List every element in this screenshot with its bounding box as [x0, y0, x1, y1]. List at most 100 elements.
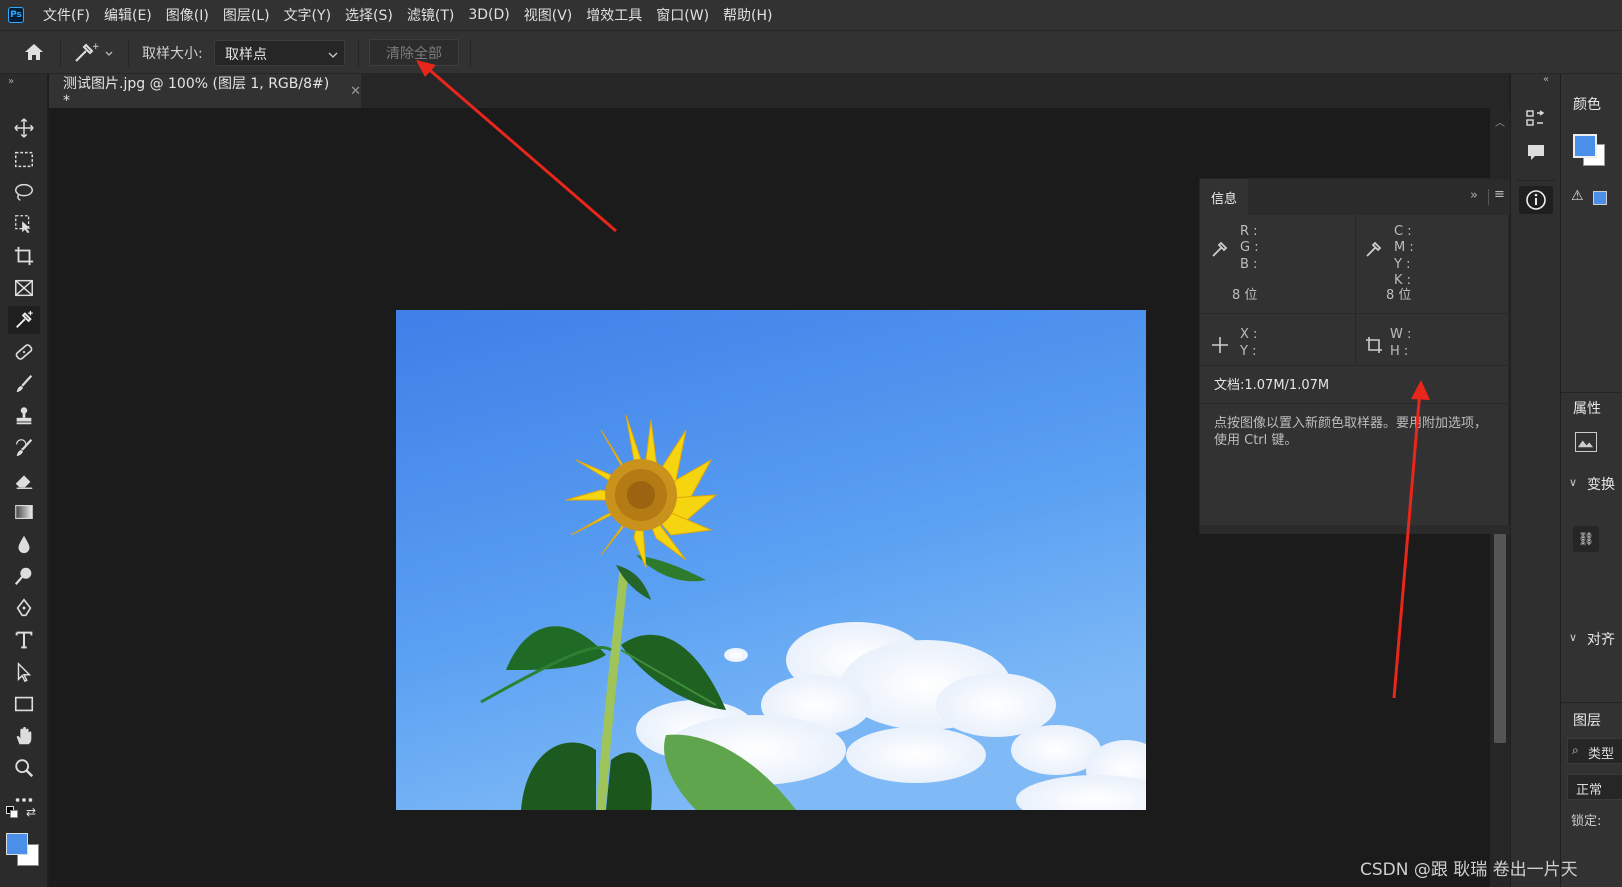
cmyk-m-label: M : [1394, 240, 1414, 255]
document-size: 文档:1.07M/1.07M [1214, 378, 1330, 393]
color-panel-tab[interactable]: 颜色 [1573, 94, 1601, 114]
transform-section[interactable]: 变换 [1587, 474, 1615, 494]
watermark-text: CSDN @跟 耿瑞 卷出一片天 [1360, 860, 1578, 880]
info-tab[interactable]: 信息 [1200, 179, 1248, 215]
panel-color-fg-swatch[interactable] [1573, 134, 1597, 158]
hand-tool-icon[interactable] [8, 722, 40, 750]
sample-size-value: 取样点 [225, 47, 267, 63]
menu-plugins[interactable]: 增效工具 [586, 5, 642, 25]
close-icon[interactable]: ✕ [350, 84, 361, 99]
menu-help[interactable]: 帮助(H) [723, 5, 772, 25]
info-hint-text: 点按图像以置入新颜色取样器。要用附加选项，使用 Ctrl 键。 [1214, 416, 1488, 448]
blur-tool-icon[interactable] [8, 530, 40, 558]
rgb-r-label: R : [1240, 224, 1258, 239]
menu-window[interactable]: 窗口(W) [656, 5, 709, 25]
rgb-bit-depth: 8 位 [1232, 288, 1258, 303]
collapse-arrows-icon[interactable]: » [8, 76, 14, 87]
panel-resize-grip[interactable] [1200, 525, 1510, 534]
color-sampler-tool-icon[interactable] [8, 306, 40, 334]
swap-colors-icon[interactable]: ⇄ [26, 805, 36, 819]
sample-size-label: 取样大小: [142, 46, 203, 62]
rgb-b-label: B : [1240, 257, 1258, 272]
divider [1561, 702, 1622, 703]
link-proportions-icon[interactable]: ⛓ [1573, 526, 1599, 552]
x-label: X : [1240, 327, 1258, 342]
object-selection-tool-icon[interactable] [8, 210, 40, 238]
menu-view[interactable]: 视图(V) [524, 5, 573, 25]
info-panel-icon[interactable] [1519, 186, 1553, 214]
menu-3d[interactable]: 3D(D) [468, 7, 509, 23]
divider [1200, 365, 1510, 366]
panel-separator [1488, 189, 1489, 205]
svg-text:+: + [92, 42, 100, 52]
rectangle-tool-icon[interactable] [8, 690, 40, 718]
properties-panel-tab[interactable]: 属性 [1573, 398, 1601, 418]
history-brush-tool-icon[interactable] [8, 434, 40, 462]
cmyk-bit-depth: 8 位 [1386, 288, 1412, 303]
chevron-down-icon [328, 52, 338, 58]
blend-mode-select[interactable]: 正常 [1567, 774, 1622, 800]
home-icon[interactable] [22, 40, 48, 64]
foreground-color-swatch[interactable] [6, 833, 28, 855]
brush-tool-icon[interactable] [8, 370, 40, 398]
menu-type[interactable]: 文字(Y) [284, 5, 331, 25]
w-label: W : [1390, 327, 1412, 342]
clear-all-label: 清除全部 [386, 45, 442, 62]
move-tool-icon[interactable] [8, 114, 40, 142]
healing-brush-tool-icon[interactable] [8, 338, 40, 366]
frame-tool-icon[interactable] [8, 274, 40, 302]
info-panel-header: 信息 » ≡ [1200, 179, 1510, 215]
blend-mode-value: 正常 [1576, 783, 1603, 798]
marquee-tool-icon[interactable] [8, 146, 40, 174]
scrollbar-thumb[interactable] [1494, 533, 1506, 743]
collapse-dock-icon[interactable]: « [1543, 74, 1549, 85]
crop-tool-icon[interactable] [8, 242, 40, 270]
photoshop-logo-icon: Ps [8, 7, 24, 23]
image-layer-icon [1575, 432, 1597, 452]
menu-file[interactable]: 文件(F) [43, 5, 90, 25]
menu-layer[interactable]: 图层(L) [223, 5, 270, 25]
chevron-down-icon[interactable]: ∨ [1569, 631, 1577, 644]
divider [128, 39, 129, 67]
menu-filter[interactable]: 滤镜(T) [407, 5, 454, 25]
eyedropper-cmyk-icon[interactable] [1364, 239, 1384, 259]
zoom-tool-icon[interactable] [8, 754, 40, 782]
sample-size-select[interactable]: 取样点 [214, 40, 345, 66]
layers-filter-field[interactable]: ⌕ 类型 [1567, 738, 1622, 764]
panel-dock-strip: « [1510, 74, 1560, 887]
eraser-tool-icon[interactable] [8, 466, 40, 494]
rgb-g-label: G : [1240, 240, 1259, 255]
comments-panel-icon[interactable] [1525, 142, 1547, 164]
type-tool-icon[interactable] [8, 626, 40, 654]
divider [1355, 215, 1356, 365]
menu-image[interactable]: 图像(I) [166, 5, 209, 25]
divider [1200, 403, 1510, 404]
expand-panel-icon[interactable]: » [1470, 188, 1478, 203]
gradient-tool-icon[interactable] [8, 498, 40, 526]
document-image[interactable] [396, 310, 1146, 810]
right-panel-column: 颜色 ⚠ 属性 ∨ 变换 ⛓ ∨ 对齐 图层 ⌕ 类型 正常 锁定: [1560, 74, 1622, 887]
scroll-up-icon[interactable]: ︿ [1495, 114, 1505, 129]
warning-icon: ⚠ [1571, 188, 1584, 204]
document-tab[interactable]: 测试图片.jpg @ 100% (图层 1, RGB/8#) * ✕ [49, 74, 361, 109]
pen-tool-icon[interactable] [8, 594, 40, 622]
eyedropper-rgb-icon[interactable] [1210, 239, 1230, 259]
menu-select[interactable]: 选择(S) [345, 5, 393, 25]
panel-menu-icon[interactable]: ≡ [1494, 187, 1505, 202]
menu-edit[interactable]: 编辑(E) [104, 5, 152, 25]
dodge-tool-icon[interactable] [8, 562, 40, 590]
clone-stamp-tool-icon[interactable] [8, 402, 40, 430]
lock-label: 锁定: [1571, 814, 1602, 829]
history-panel-icon[interactable] [1525, 108, 1547, 130]
default-colors-icon[interactable] [6, 806, 18, 818]
clear-all-button[interactable]: 清除全部 [369, 39, 459, 66]
layers-panel-tab[interactable]: 图层 [1573, 710, 1601, 730]
gamut-swatch[interactable] [1593, 191, 1607, 205]
chevron-down-icon[interactable]: ∨ [1569, 476, 1577, 489]
h-label: H : [1390, 344, 1409, 359]
color-sampler-tool-preset-icon[interactable]: + [72, 39, 118, 65]
lasso-tool-icon[interactable] [8, 178, 40, 206]
path-selection-tool-icon[interactable] [8, 658, 40, 686]
document-tab-bar: 测试图片.jpg @ 100% (图层 1, RGB/8#) * ✕ [49, 74, 1509, 109]
align-section[interactable]: 对齐 [1587, 629, 1615, 649]
